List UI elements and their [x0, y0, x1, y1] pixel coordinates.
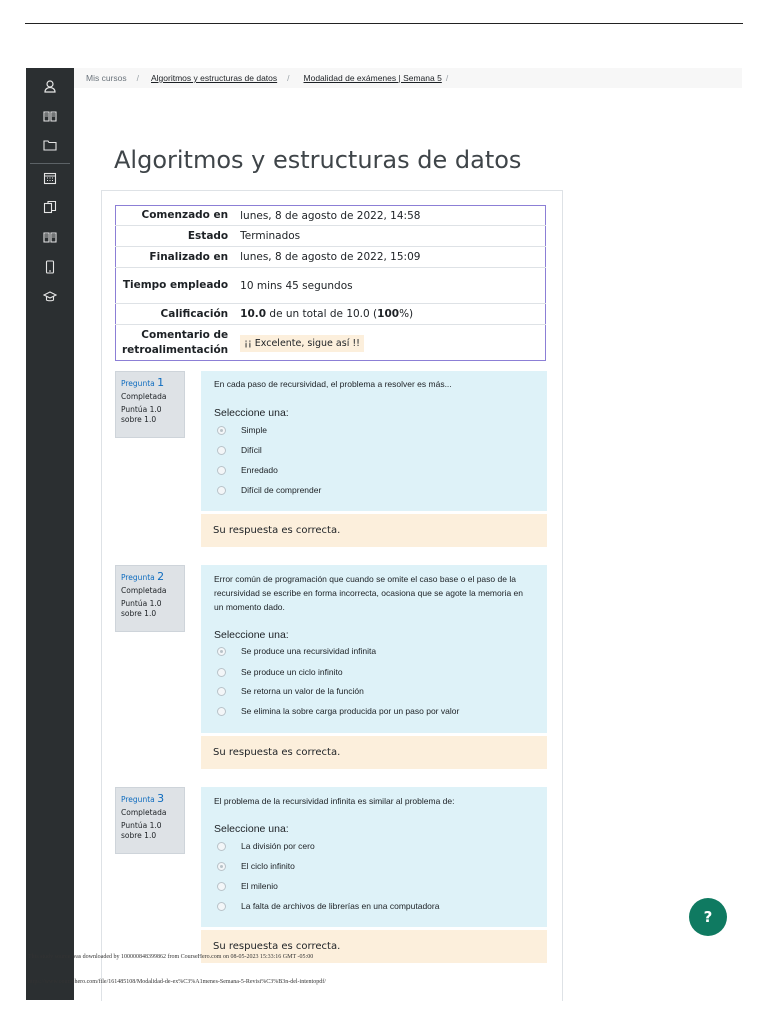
mobile-icon[interactable] — [26, 254, 74, 280]
question-points: Puntúa 1.0 sobre 1.0 — [121, 821, 162, 840]
question-label: Pregunta 1 — [121, 376, 165, 389]
question-state: Completada — [121, 392, 167, 401]
answer-option[interactable]: Se retorna un valor de la función — [217, 686, 364, 696]
radio-button[interactable] — [217, 445, 226, 455]
breadcrumb-separator: / — [287, 73, 290, 83]
grade-percent: 100 — [377, 308, 400, 320]
question-body-1: En cada paso de recursividad, el problem… — [201, 371, 547, 511]
breadcrumb-separator: / — [445, 73, 449, 83]
radio-button[interactable] — [217, 881, 226, 891]
answer-option[interactable]: El milenio — [217, 881, 278, 891]
radio-button[interactable] — [217, 646, 226, 656]
book-open-icon[interactable] — [26, 224, 74, 250]
graduation-cap-icon[interactable] — [26, 284, 74, 310]
sidebar — [26, 68, 74, 1000]
answer-option[interactable]: Enredado — [217, 465, 278, 475]
grade-end: %) — [399, 308, 414, 320]
grade-score: 10.0 — [240, 308, 267, 320]
summary-value: lunes, 8 de agosto de 2022, 14:58 — [240, 209, 421, 222]
summary-row: Comentario de retroalimentación ¡¡ Excel… — [115, 324, 546, 361]
summary-label: Tiempo empleado — [115, 267, 235, 304]
top-divider — [25, 23, 743, 24]
book-icon[interactable] — [26, 103, 74, 129]
radio-button[interactable] — [217, 861, 226, 871]
summary-value: 10 mins 45 segundos — [234, 267, 546, 304]
question-points: Puntúa 1.0 sobre 1.0 — [121, 599, 162, 618]
answer-option[interactable]: La división por cero — [217, 841, 315, 851]
grade-label: Calificación — [115, 303, 235, 325]
grade-value: 10.0 de un total de 10.0 (100%) — [234, 303, 546, 325]
radio-button[interactable] — [217, 706, 226, 716]
summary-row: Estado Terminados — [115, 225, 546, 247]
source-url: https://www.coursehero.com/file/16148510… — [28, 979, 326, 985]
breadcrumb-my-courses[interactable]: Mis cursos — [86, 73, 127, 83]
radio-button[interactable] — [217, 485, 226, 495]
summary-value: Terminados — [234, 225, 546, 247]
answer-option[interactable]: Se produce una recursividad infinita — [217, 646, 376, 656]
answer-option[interactable]: Se produce un ciclo infinito — [217, 667, 343, 677]
folder-icon[interactable] — [26, 132, 74, 158]
copy-icon[interactable] — [26, 194, 74, 220]
answer-option[interactable]: Simple — [217, 425, 267, 435]
answer-prompt: Seleccione una: — [214, 629, 289, 641]
summary-label: Comenzado en — [141, 209, 229, 221]
question-label: Pregunta 3 — [121, 792, 165, 805]
question-points: Puntúa 1.0 sobre 1.0 — [121, 405, 162, 424]
question-state: Completada — [121, 808, 167, 817]
question-text: El problema de la recursividad infinita … — [214, 796, 455, 806]
question-info-2: Pregunta 2 Completada Puntúa 1.0 sobre 1… — [115, 565, 185, 632]
radio-button[interactable] — [217, 667, 226, 677]
radio-button[interactable] — [217, 465, 226, 475]
breadcrumb-course[interactable]: Algoritmos y estructuras de datos — [151, 73, 277, 83]
question-info-3: Pregunta 3 Completada Puntúa 1.0 sobre 1… — [115, 787, 185, 854]
summary-row: Finalizado en lunes, 8 de agosto de 2022… — [115, 246, 546, 268]
radio-button[interactable] — [217, 686, 226, 696]
question-body-2: Error común de programación que cuando s… — [201, 565, 547, 733]
question-text: En cada paso de recursividad, el problem… — [214, 379, 452, 389]
user-icon[interactable] — [26, 73, 74, 99]
answer-option[interactable]: Difícil de comprender — [217, 485, 321, 495]
summary-label: Estado — [115, 225, 235, 247]
radio-button[interactable] — [217, 841, 226, 851]
page-title: Algoritmos y estructuras de datos — [114, 146, 522, 175]
breadcrumb: Mis cursos / Algoritmos y estructuras de… — [74, 68, 742, 88]
calendar-icon[interactable] — [26, 165, 74, 191]
summary-row: Comenzado en lunes, 8 de agosto de 2022,… — [116, 206, 546, 226]
feedback-badge: ¡¡ Excelente, sigue así !! — [240, 334, 364, 352]
radio-button[interactable] — [217, 425, 226, 435]
answer-prompt: Seleccione una: — [214, 407, 289, 419]
feedback-label: Comentario de retroalimentación — [115, 324, 235, 361]
answer-option[interactable]: La falta de archivos de librerías en una… — [217, 901, 439, 911]
question-state: Completada — [121, 586, 167, 595]
grade-middle: de un total de 10.0 ( — [266, 308, 378, 320]
answer-prompt: Seleccione una: — [214, 823, 289, 835]
sidebar-divider — [30, 163, 70, 164]
feedback-value: ¡¡ Excelente, sigue así !! — [234, 324, 546, 361]
question-label: Pregunta 2 — [121, 570, 165, 583]
breadcrumb-exam[interactable]: Modalidad de exámenes | Semana 5 — [304, 73, 442, 83]
answer-option[interactable]: Se elimina la sobre carga producida por … — [217, 706, 459, 716]
breadcrumb-separator: / — [136, 73, 139, 83]
question-feedback: Su respuesta es correcta. — [201, 736, 547, 769]
answer-option[interactable]: El ciclo infinito — [217, 861, 295, 871]
question-feedback: Su respuesta es correcta. — [201, 514, 547, 547]
summary-row: Tiempo empleado 10 mins 45 segundos — [115, 267, 546, 304]
question-body-3: El problema de la recursividad infinita … — [201, 787, 547, 927]
summary-row: Calificación 10.0 de un total de 10.0 (1… — [115, 303, 546, 325]
question-text: Error común de programación que cuando s… — [214, 574, 523, 612]
help-button[interactable]: ? — [689, 898, 727, 936]
question-info-1: Pregunta 1 Completada Puntúa 1.0 sobre 1… — [115, 371, 185, 438]
radio-button[interactable] — [217, 901, 226, 911]
download-notice: This study source was downloaded by 1000… — [28, 954, 314, 960]
summary-label: Finalizado en — [115, 246, 235, 268]
attempt-summary-table: Comenzado en lunes, 8 de agosto de 2022,… — [115, 205, 546, 361]
answer-option[interactable]: Difícil — [217, 445, 262, 455]
summary-value: lunes, 8 de agosto de 2022, 15:09 — [234, 246, 546, 268]
